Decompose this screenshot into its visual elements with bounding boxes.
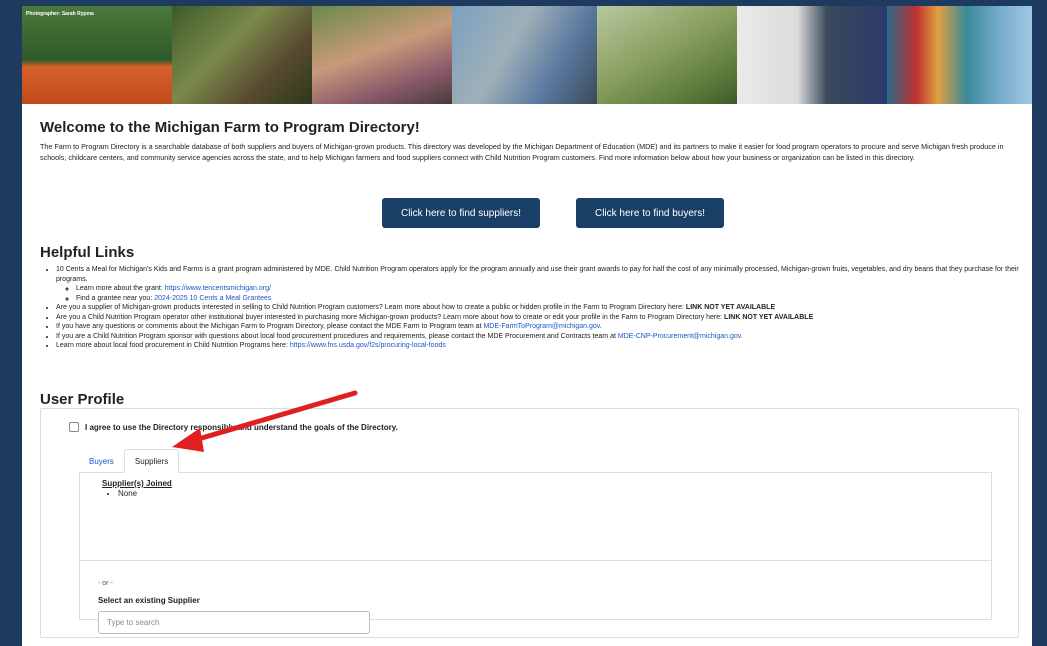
page-title: Welcome to the Michigan Farm to Program …	[40, 119, 420, 136]
list-item: If you are a Child Nutrition Program spo…	[56, 332, 1025, 342]
banner-photo-child	[312, 6, 452, 104]
main-content: Welcome to the Michigan Farm to Program …	[40, 119, 1025, 408]
list-item: Learn more about the grant: https://www.…	[76, 284, 1025, 294]
profile-tabs: Buyers Suppliers	[79, 449, 180, 473]
grantees-link[interactable]: 2024-2025 10 Cents a Meal Grantees	[154, 295, 271, 302]
tencents-link[interactable]: https://www.tencentsmichigan.org/	[165, 285, 271, 292]
list-item: 10 Cents a Meal for Michigan's Kids and …	[56, 265, 1025, 303]
find-buyers-button[interactable]: Click here to find buyers!	[576, 198, 724, 228]
photo-credit: Photographer: Sarah Rypma	[26, 11, 94, 17]
banner-photo-boy	[887, 6, 1032, 104]
suppliers-joined-list: None	[102, 489, 137, 498]
list-item: Are you a supplier of Michigan-grown pro…	[56, 303, 1025, 313]
tab-suppliers[interactable]: Suppliers	[123, 449, 180, 473]
helpful-links-title: Helpful Links	[40, 244, 135, 261]
select-supplier-label: Select an existing Supplier	[98, 596, 200, 605]
tab-buyers[interactable]: Buyers	[79, 449, 124, 473]
helpful-links-section: Helpful Links 10 Cents a Meal for Michig…	[40, 244, 1025, 351]
list-item: Are you a Child Nutrition Program operat…	[56, 313, 1025, 323]
user-profile-panel: I agree to use the Directory responsibly…	[40, 408, 1019, 638]
action-buttons: Click here to find suppliers! Click here…	[382, 198, 724, 228]
or-separator: - or -	[98, 580, 113, 587]
usda-link[interactable]: https://www.fns.usda.gov/f2s/procuring-l…	[290, 342, 446, 349]
banner-photo-truck	[737, 6, 887, 104]
find-suppliers-button[interactable]: Click here to find suppliers!	[382, 198, 540, 228]
banner-photo-garden	[597, 6, 737, 104]
list-item: Find a grantee near you: 2024-2025 10 Ce…	[76, 294, 1025, 304]
list-item: Learn more about local food procurement …	[56, 341, 1025, 351]
list-item: If you have any questions or comments ab…	[56, 322, 1025, 332]
supplier-search-input[interactable]	[98, 611, 370, 634]
banner-photo-kale: Photographer: Sarah Rypma	[22, 6, 172, 104]
agree-checkbox[interactable]	[69, 422, 79, 432]
agree-checkbox-row[interactable]: I agree to use the Directory responsibly…	[69, 422, 398, 432]
banner-photo-worker	[452, 6, 597, 104]
intro-paragraph: The Farm to Program Directory is a searc…	[40, 142, 1004, 162]
farm-to-program-email-link[interactable]: MDE-FarmToProgram@michigan.gov	[483, 323, 599, 330]
suppliers-tab-panel: Supplier(s) Joined None - or - Select an…	[79, 472, 992, 634]
page-container: Photographer: Sarah Rypma Welcome to the…	[22, 6, 1032, 646]
list-item: None	[118, 489, 137, 498]
agree-label: I agree to use the Directory responsibly…	[85, 422, 398, 432]
banner-photo-field	[172, 6, 312, 104]
procurement-email-link[interactable]: MDE-CNP-Procurement@michigan.gov	[618, 333, 741, 340]
helpful-links-list: 10 Cents a Meal for Michigan's Kids and …	[40, 265, 1025, 351]
user-profile-title: User Profile	[40, 391, 125, 408]
suppliers-joined-heading: Supplier(s) Joined	[102, 479, 172, 488]
header-banner: Photographer: Sarah Rypma	[22, 6, 1032, 104]
divider	[80, 560, 991, 561]
